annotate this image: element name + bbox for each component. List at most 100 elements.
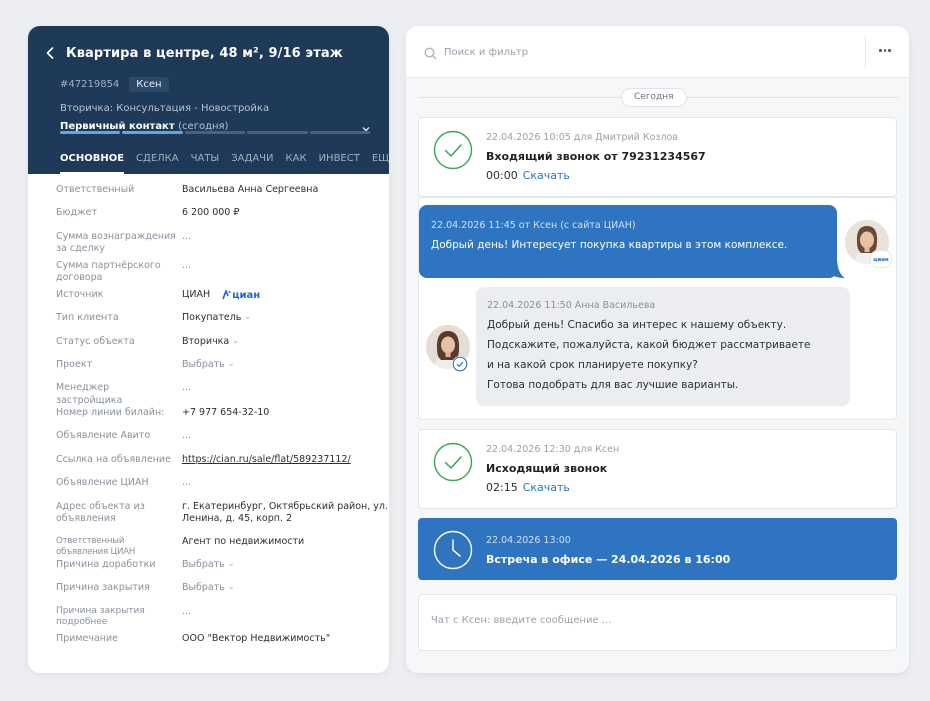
field-close-reason: Причина закрытия Выбрать ⌄ xyxy=(56,582,389,605)
chevron-left-icon[interactable] xyxy=(42,45,58,61)
source-value: ЦИАН xyxy=(182,288,211,300)
field-label: Адрес объекта из объявления xyxy=(56,500,145,524)
tab-3[interactable]: ЗАДАЧИ xyxy=(231,153,273,174)
field-label: Причина доработки xyxy=(56,558,156,570)
field-value[interactable]: +7 977 654-32-10 xyxy=(182,407,389,430)
field-value[interactable]: ... xyxy=(182,477,389,500)
field-address: Адрес объекта из объявления г. Екатеринб… xyxy=(56,501,389,536)
field-label: Ссылка на объявление xyxy=(56,453,171,465)
download-link[interactable]: Скачать xyxy=(523,169,570,182)
tab-5[interactable]: ИНВЕСТ xyxy=(319,153,360,174)
tab-4[interactable]: КАК xyxy=(286,153,307,174)
field-label: Источник xyxy=(56,288,104,300)
outgoing-call-card: 22.04.2026 12:30 для Ксен Исходящий звон… xyxy=(418,429,897,509)
search-icon xyxy=(424,45,437,64)
chevron-down-icon: ⌄ xyxy=(244,312,252,322)
deal-card: Квартира в центре, 48 м², 9/16 этаж #472… xyxy=(28,26,389,673)
meeting-meta: 22.04.2026 13:00 xyxy=(486,535,571,546)
field-partner-sum: Сумма партнёрского договора ... xyxy=(56,260,389,289)
chevron-down-icon: ⌄ xyxy=(227,582,235,592)
object-status-select[interactable]: Вторичка ⌄ xyxy=(182,336,389,359)
select-value: Выбрать xyxy=(182,358,225,370)
more-icon[interactable] xyxy=(879,49,891,52)
field-note: Примечание ООО "Вектор Недвижимость" xyxy=(56,633,389,656)
field-label: Сумма вознаграждения за сделку xyxy=(56,230,176,255)
chevron-down-icon: ⌄ xyxy=(232,335,239,345)
chevron-down-icon: ⌄ xyxy=(227,358,235,368)
field-label: Проект xyxy=(56,358,93,370)
stage-progress xyxy=(60,131,371,134)
field-cian-responsible: Ответственный объявления ЦИАН Агент по н… xyxy=(56,536,389,559)
field-label: Номер линии билайн: xyxy=(56,407,165,419)
field-value[interactable]: 6 200 000 ₽ xyxy=(182,207,389,230)
divider xyxy=(865,36,866,68)
project-select[interactable]: Выбрать ⌄ xyxy=(182,359,389,382)
chevron-down-icon: ⌄ xyxy=(227,558,235,568)
field-dev-manager: Менеджер застройщика ... xyxy=(56,382,389,407)
call-title: Исходящий звонок xyxy=(486,462,608,475)
owner-badge[interactable]: Ксен xyxy=(129,77,169,92)
field-value[interactable]: Васильева Анна Сергеевна xyxy=(182,184,389,207)
field-ad-link: Ссылка на объявление https://cian.ru/sal… xyxy=(56,454,389,477)
call-meta: 22.04.2026 12:30 для Ксен xyxy=(486,444,620,455)
clock-icon xyxy=(433,530,473,570)
tab-2[interactable]: ЧАТЫ xyxy=(191,153,220,174)
field-label: Примечание xyxy=(56,632,119,644)
field-client-type: Тип клиента Покупатель ⌄ xyxy=(56,312,389,335)
field-value[interactable]: ... xyxy=(182,606,389,633)
field-label: Причина закрытия xyxy=(56,582,150,594)
deal-header: Квартира в центре, 48 м², 9/16 этаж #472… xyxy=(28,26,389,174)
field-value[interactable]: ... xyxy=(182,260,389,289)
cian-badge: циан xyxy=(870,250,892,268)
field-value[interactable]: г. Екатеринбург, Октябрьский район, ул. … xyxy=(182,501,389,536)
field-label: Причина закрытия подробнее xyxy=(56,605,145,628)
tab-0[interactable]: ОСНОВНОЕ xyxy=(60,153,125,174)
meeting-card[interactable]: 22.04.2026 13:00 Встреча в офисе — 24.04… xyxy=(418,518,897,580)
download-link[interactable]: Скачать xyxy=(523,481,570,494)
field-value[interactable]: ЦИАН циан xyxy=(182,289,389,312)
field-value[interactable]: ... xyxy=(182,382,389,407)
field-value[interactable]: ... xyxy=(182,231,389,260)
deal-title: Квартира в центре, 48 м², 9/16 этаж xyxy=(66,45,343,61)
chat-composer xyxy=(418,594,897,651)
select-value: Выбрать xyxy=(182,558,225,570)
close-reason-select[interactable]: Выбрать ⌄ xyxy=(182,582,389,605)
incoming-message: 22.04.2026 11:45 от Ксен (с сайта ЦИАН) … xyxy=(419,205,837,278)
field-label: Статус объекта xyxy=(56,335,135,347)
field-label: Ответственный xyxy=(56,184,135,195)
message-text: Добрый день! Интересует покупка квартиры… xyxy=(431,239,788,251)
tab-6[interactable]: ЕЩЁ xyxy=(372,153,389,174)
field-close-reason-details: Причина закрытия подробнее ... xyxy=(56,606,389,633)
rework-reason-select[interactable]: Выбрать ⌄ xyxy=(182,559,389,582)
select-value: Покупатель xyxy=(182,312,242,324)
outgoing-message: 22.04.2026 11:50 Анна Васильева Добрый д… xyxy=(476,287,850,406)
message-meta: 22.04.2026 11:50 Анна Васильева xyxy=(487,300,656,311)
field-responsible: Ответственный Васильева Анна Сергеевна xyxy=(56,184,389,207)
field-value[interactable]: ... xyxy=(182,430,389,453)
deal-id: #47219854 xyxy=(60,79,120,90)
field-cian-ad: Объявление ЦИАН ... xyxy=(56,477,389,500)
field-label: Менеджер застройщика xyxy=(56,382,123,406)
incoming-call-card: 22.04.2026 10:05 для Дмитрий Козлов Вход… xyxy=(418,117,897,197)
verified-check-icon xyxy=(452,356,468,372)
message-meta: 22.04.2026 11:45 от Ксен (с сайта ЦИАН) xyxy=(431,220,636,231)
progress-segment xyxy=(247,131,308,134)
message-line: Подскажите, пожалуйста, какой бюджет рас… xyxy=(487,339,811,351)
field-label: Тип клиента xyxy=(56,312,119,324)
check-circle-icon xyxy=(433,130,473,170)
field-object-status: Статус объекта Вторичка ⌄ xyxy=(56,336,389,359)
field-value[interactable]: ООО "Вектор Недвижимость" xyxy=(182,633,389,656)
ad-link[interactable]: https://cian.ru/sale/flat/589237112/ xyxy=(182,454,351,466)
client-type-select[interactable]: Покупатель ⌄ xyxy=(182,312,389,335)
chat-input[interactable] xyxy=(431,611,881,629)
field-label: Ответственный объявления ЦИАН xyxy=(56,535,136,557)
field-value[interactable]: Агент по недвижимости xyxy=(182,536,389,559)
meeting-title: Встреча в офисе — 24.04.2026 в 16:00 xyxy=(486,553,731,566)
progress-segment xyxy=(122,131,183,134)
field-beeline-line: Номер линии билайн: +7 977 654-32-10 xyxy=(56,407,389,430)
chat-block: 22.04.2026 11:45 от Ксен (с сайта ЦИАН) … xyxy=(418,197,897,420)
tab-1[interactable]: СДЕЛКА xyxy=(136,153,179,174)
call-duration: 00:00 xyxy=(486,169,518,182)
search-input[interactable] xyxy=(444,43,844,61)
field-label: Объявление ЦИАН xyxy=(56,477,149,489)
